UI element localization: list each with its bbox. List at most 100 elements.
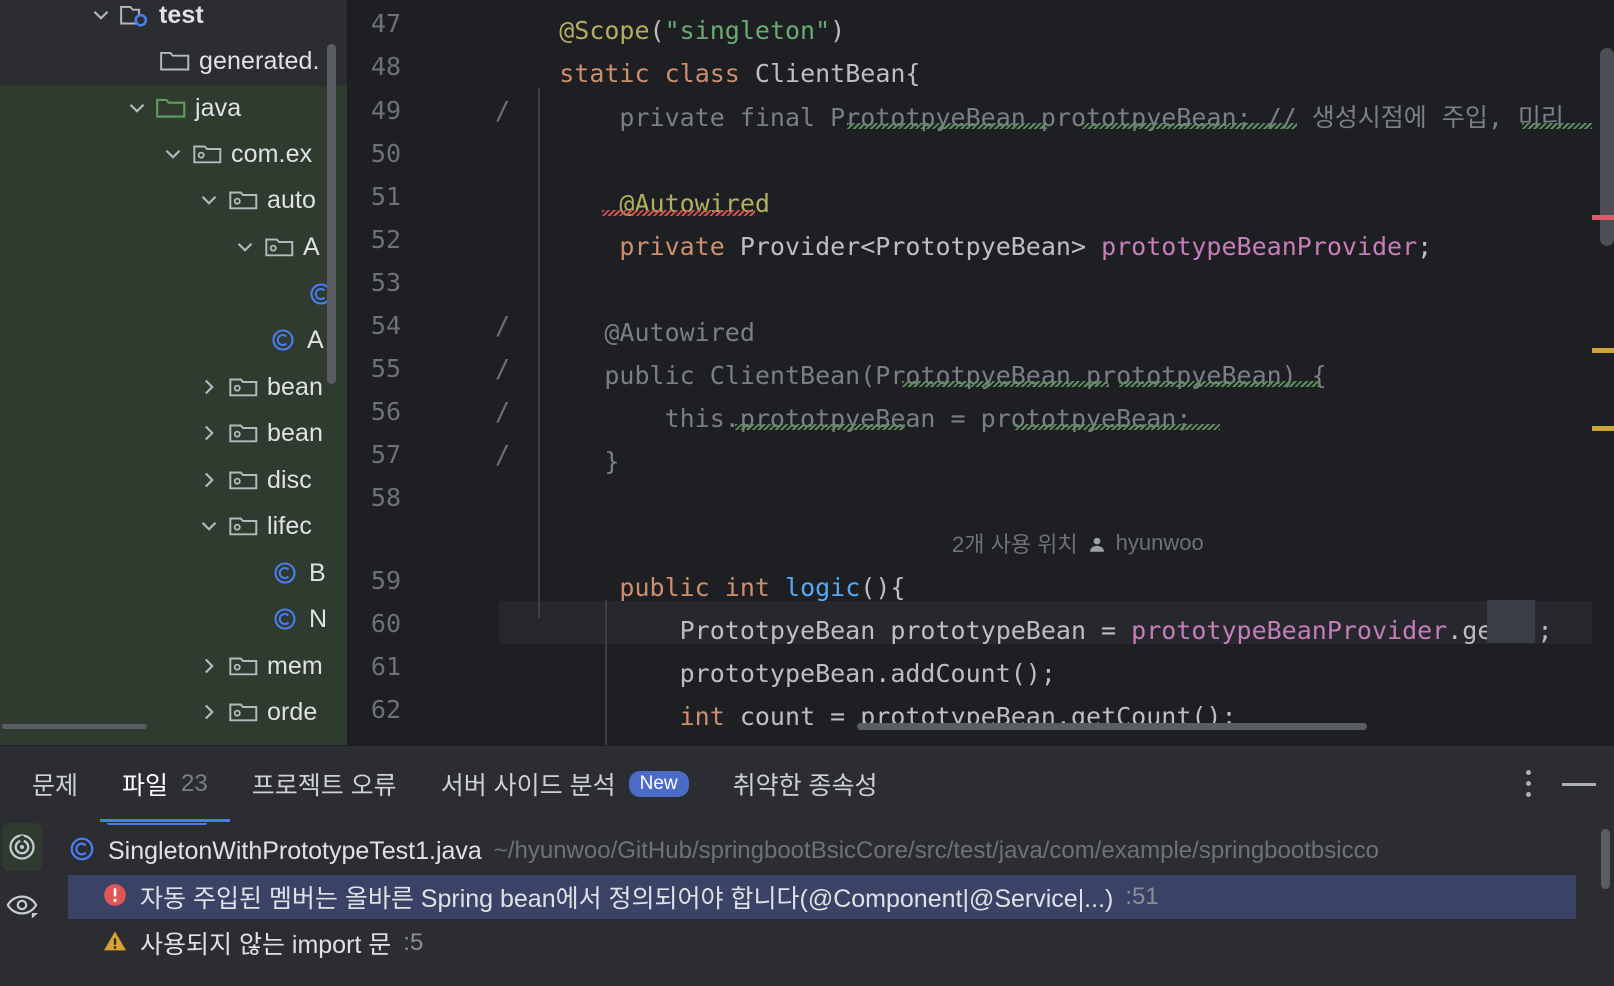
inlay-usage-hint[interactable]: 2개 사용 위치 hyunwoo: [952, 527, 1204, 559]
error-squiggle: [602, 210, 755, 216]
tree-item-test[interactable]: test: [88, 0, 204, 38]
tree-item-com-ex[interactable]: com.ex: [160, 131, 312, 177]
tab-problems[interactable]: 문제: [10, 746, 100, 822]
tree-item-java[interactable]: java: [124, 85, 241, 131]
chevron-down-icon[interactable]: [88, 2, 114, 28]
editor-horizontal-scrollbar[interactable]: [847, 721, 1614, 731]
tab-files[interactable]: 파일 23: [100, 746, 230, 822]
tree-item-mem[interactable]: mem: [196, 643, 323, 689]
chevron-right-icon[interactable]: [196, 374, 222, 400]
package-icon: [228, 467, 258, 493]
panel-actions: [1526, 746, 1596, 822]
tree-item-class-2[interactable]: A: [268, 317, 324, 363]
problem-description: 사용되지 않는 import 문: [140, 931, 392, 959]
chevron-down-icon[interactable]: [124, 95, 150, 121]
tab-vulnerable-dependencies[interactable]: 취약한 종속성: [711, 746, 900, 822]
chevron-down-icon[interactable]: [196, 187, 222, 213]
problem-line: :51: [1125, 883, 1159, 910]
error-marker[interactable]: [1592, 215, 1614, 220]
tree-item-label: test: [159, 0, 204, 29]
editor-gutter[interactable]: 47 48 49 50 51 52 53 54 55 56 57 58 59 6…: [347, 0, 510, 745]
code-line-48: static class ClientBean{: [559, 59, 921, 88]
chevron-down-icon[interactable]: [160, 141, 186, 167]
chevron-right-icon[interactable]: [196, 420, 222, 446]
editor-area: test generated. java com.ex auto A A bea…: [0, 0, 1614, 745]
line-number: 51: [370, 182, 401, 211]
package-icon: [264, 234, 294, 260]
warning-squiggle: [902, 381, 1109, 387]
vertical-dots-icon[interactable]: [1526, 770, 1532, 798]
tab-server-side-analysis[interactable]: 서버 사이드 분석 New: [419, 746, 711, 822]
tree-item-bean-2[interactable]: bean: [196, 410, 323, 456]
author-label[interactable]: hyunwoo: [1116, 530, 1204, 556]
tree-item-bean-1[interactable]: bean: [196, 364, 323, 410]
code-line-51: @Autowired: [619, 189, 770, 218]
warning-marker[interactable]: [1592, 426, 1614, 431]
eye-preview-icon[interactable]: [2, 881, 42, 929]
package-icon: [228, 187, 258, 213]
code-line-59: public int logic(){: [619, 573, 906, 602]
problem-row-error[interactable]: 자동 주입된 멤버는 올바른 Spring bean에서 정의되어야 합니다(@…: [68, 875, 1576, 919]
code-line-49: private final PrototpyeBean prototpyeBea…: [499, 103, 1564, 132]
inspection-scan-icon[interactable]: [2, 823, 42, 871]
tree-item-generated[interactable]: generated.: [160, 38, 320, 84]
code-text[interactable]: @Scope("singleton") static class ClientB…: [499, 0, 1614, 745]
tab-label: 문제: [32, 772, 79, 800]
warning-marker[interactable]: [1592, 348, 1614, 353]
line-number: 62: [370, 695, 401, 724]
tab-label: 파일: [122, 772, 169, 800]
package-icon: [228, 420, 258, 446]
project-tree-panel[interactable]: test generated. java com.ex auto A A bea…: [0, 0, 347, 745]
tab-project-errors[interactable]: 프로젝트 오류: [230, 746, 419, 822]
code-line-57: }: [499, 447, 620, 476]
chevron-right-icon[interactable]: [196, 653, 222, 679]
code-line-60: PrototpyeBean prototypeBean = prototypeB…: [499, 616, 1553, 645]
tree-item-label: mem: [267, 651, 323, 680]
usage-count-label[interactable]: 2개 사용 위치: [952, 527, 1078, 559]
tree-item-label: N: [309, 604, 328, 633]
code-editor[interactable]: 47 48 49 50 51 52 53 54 55 56 57 58 59 6…: [347, 0, 1614, 745]
error-icon: [102, 882, 128, 913]
code-line-61: prototypeBean.addCount();: [499, 659, 1056, 688]
person-icon: [1088, 534, 1106, 552]
tree-vertical-scrollbar[interactable]: [327, 44, 336, 384]
test-source-folder-icon: [120, 2, 150, 28]
warning-squiggle: [735, 424, 905, 430]
caret-highlight: [1487, 600, 1535, 643]
line-number: 52: [370, 225, 401, 254]
minimize-icon[interactable]: [1562, 782, 1596, 786]
code-line-52: private Provider<PrototpyeBean> prototyp…: [619, 232, 1433, 261]
source-folder-icon: [156, 95, 186, 121]
warning-squiggle: [1015, 424, 1220, 430]
tree-item-disc[interactable]: disc: [196, 457, 312, 503]
tree-item-class-n[interactable]: N: [270, 596, 327, 642]
editor-marker-bar[interactable]: [1592, 0, 1614, 745]
class-icon: [270, 606, 300, 632]
line-number: 55: [370, 354, 401, 383]
problem-file-row[interactable]: SingletonWithPrototypeTest1.java ~/hyunw…: [42, 829, 1379, 873]
problems-tabs[interactable]: 문제 파일 23 프로젝트 오류 서버 사이드 분석 New 취약한 종속성: [0, 746, 1614, 822]
tab-label: 취약한 종속성: [732, 772, 878, 800]
problems-results-list[interactable]: SingletonWithPrototypeTest1.java ~/hyunw…: [42, 823, 1614, 986]
java-class-icon: [68, 835, 96, 868]
active-indicator: [107, 823, 207, 825]
tree-horizontal-scrollbar[interactable]: [0, 721, 347, 731]
tree-item-auto[interactable]: auto: [196, 177, 316, 223]
chevron-right-icon[interactable]: [196, 467, 222, 493]
tree-item-label: A: [307, 325, 324, 354]
chevron-down-icon[interactable]: [232, 234, 258, 260]
line-number: 58: [370, 483, 401, 512]
results-scrollbar[interactable]: [1601, 829, 1610, 889]
problem-row-warning[interactable]: 사용되지 않는 import 문 :5: [42, 921, 423, 965]
code-line-54: @Autowired: [499, 318, 755, 347]
package-icon: [228, 653, 258, 679]
line-number: 50: [370, 139, 401, 168]
chevron-down-icon[interactable]: [196, 513, 222, 539]
warning-squiggle: [1082, 123, 1297, 129]
tree-item-class-b[interactable]: B: [270, 550, 326, 596]
code-line-56: this.prototpyeBean = prototpyeBean;: [499, 404, 1192, 433]
tab-underline: [100, 819, 230, 822]
tree-item-a-pkg[interactable]: A: [232, 224, 320, 270]
tree-item-lifec[interactable]: lifec: [196, 503, 312, 549]
tree-item-class-1[interactable]: [306, 271, 345, 317]
